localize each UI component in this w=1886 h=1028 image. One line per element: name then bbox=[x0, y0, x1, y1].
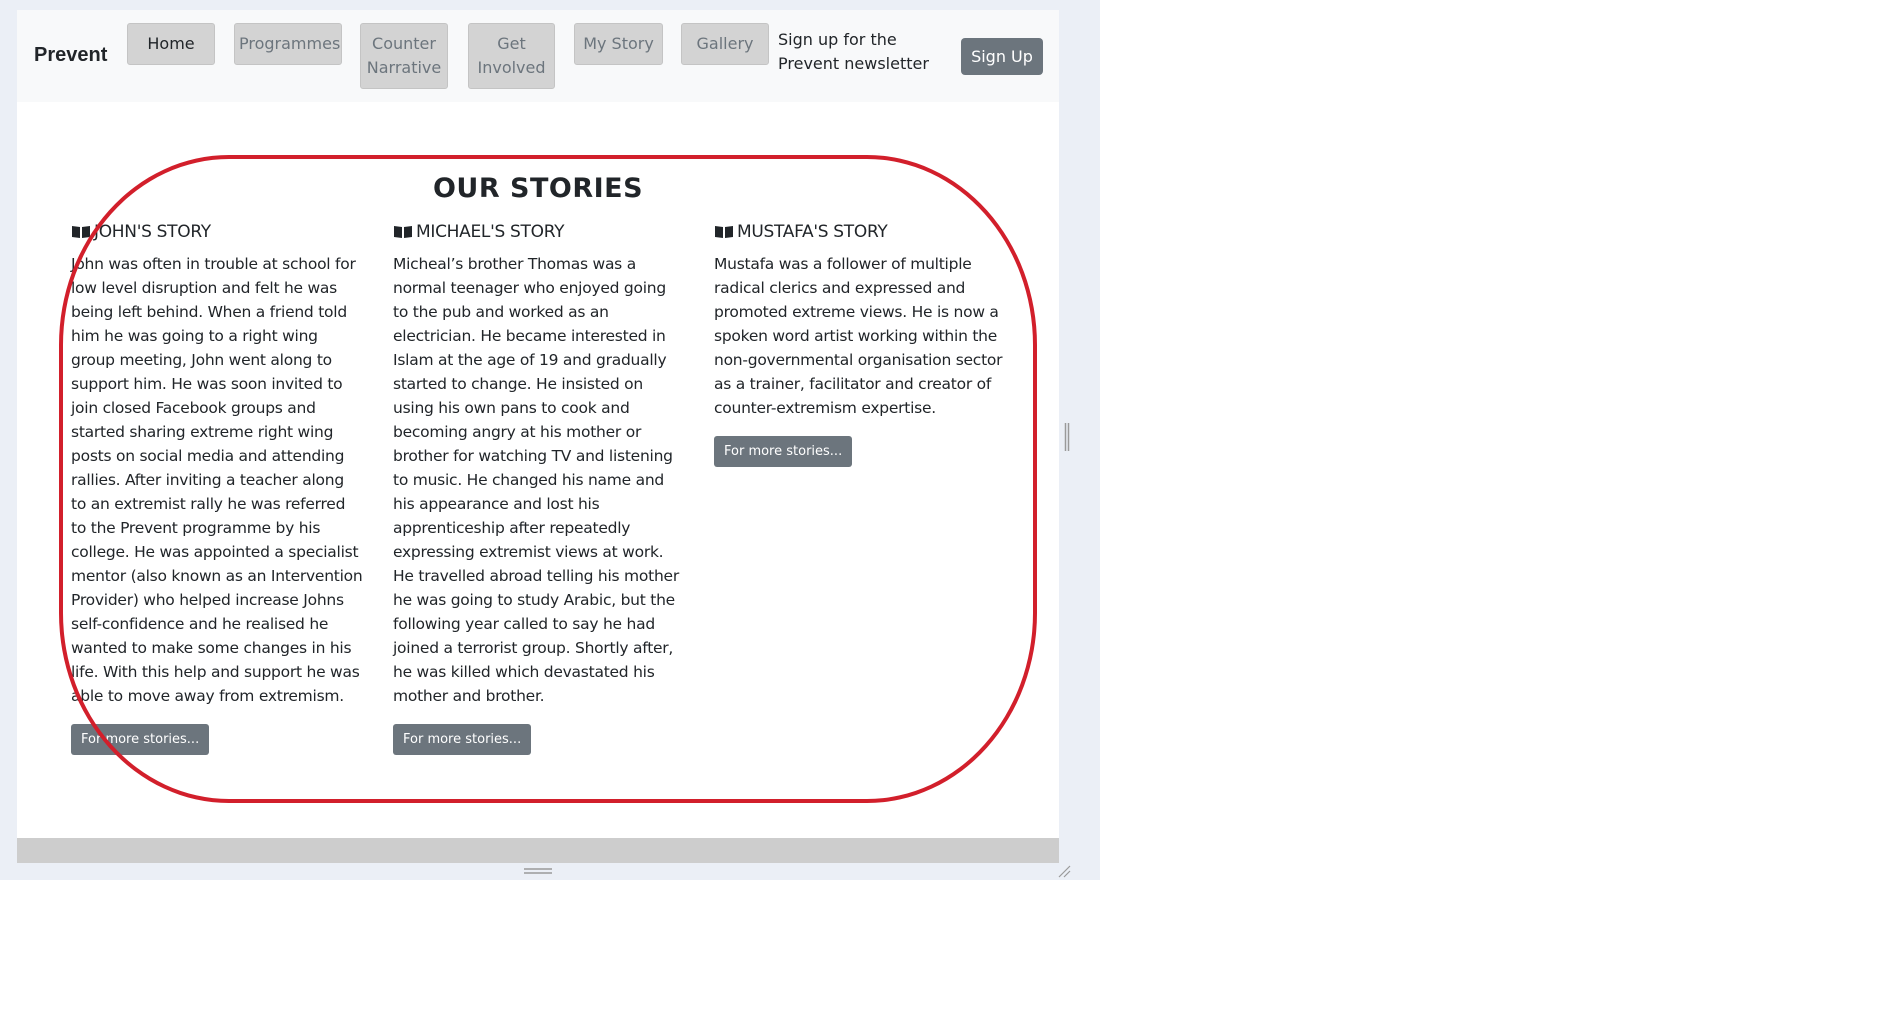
story-heading: MICHAEL'S STORY bbox=[393, 220, 685, 244]
story-heading-text: MICHAEL'S STORY bbox=[416, 222, 565, 242]
nav-gallery-button[interactable]: Gallery bbox=[681, 23, 769, 65]
book-open-icon bbox=[715, 226, 733, 238]
story-body: John was often in trouble at school for … bbox=[71, 255, 363, 705]
footer-bar bbox=[17, 838, 1059, 863]
story-body: Micheal’s brother Thomas was a normal te… bbox=[393, 255, 679, 705]
more-stories-button[interactable]: For more stories... bbox=[71, 724, 210, 755]
resize-corner-icon[interactable] bbox=[1057, 864, 1071, 878]
story-heading-text: JOHN'S STORY bbox=[94, 222, 211, 242]
story-card-mustafa: MUSTAFA'S STORY Mustafa was a follower o… bbox=[714, 220, 1006, 467]
nav-my-story-button[interactable]: My Story bbox=[574, 23, 663, 65]
page-title: OUR STORIES bbox=[432, 173, 644, 204]
sign-up-button[interactable]: Sign Up bbox=[961, 38, 1043, 75]
resize-handle-right-icon[interactable] bbox=[1064, 423, 1070, 451]
story-heading: JOHN'S STORY bbox=[71, 220, 363, 244]
resize-handle-bottom-icon[interactable] bbox=[524, 867, 552, 875]
story-card-michael: MICHAEL'S STORY Micheal’s brother Thomas… bbox=[393, 220, 685, 755]
more-stories-button[interactable]: For more stories... bbox=[393, 724, 532, 755]
nav-home-button[interactable]: Home bbox=[127, 23, 215, 65]
story-heading: MUSTAFA'S STORY bbox=[714, 220, 1006, 244]
story-body: Mustafa was a follower of multiple radic… bbox=[714, 255, 1003, 417]
nav-counter-narrative-button[interactable]: Counter Narrative bbox=[360, 23, 448, 89]
book-open-icon bbox=[72, 226, 90, 238]
brand-logo[interactable]: Prevent bbox=[34, 44, 107, 67]
nav-get-involved-button[interactable]: Get Involved bbox=[468, 23, 555, 89]
page-preview: Prevent Home Programmes Counter Narrativ… bbox=[17, 10, 1059, 863]
more-stories-button[interactable]: For more stories... bbox=[714, 436, 853, 467]
book-open-icon bbox=[394, 226, 412, 238]
navbar: Prevent Home Programmes Counter Narrativ… bbox=[17, 10, 1059, 102]
story-card-john: JOHN'S STORY John was often in trouble a… bbox=[71, 220, 363, 755]
newsletter-prompt: Sign up for the Prevent newsletter bbox=[778, 30, 929, 73]
nav-programmes-button[interactable]: Programmes bbox=[234, 23, 342, 65]
story-heading-text: MUSTAFA'S STORY bbox=[737, 222, 888, 242]
